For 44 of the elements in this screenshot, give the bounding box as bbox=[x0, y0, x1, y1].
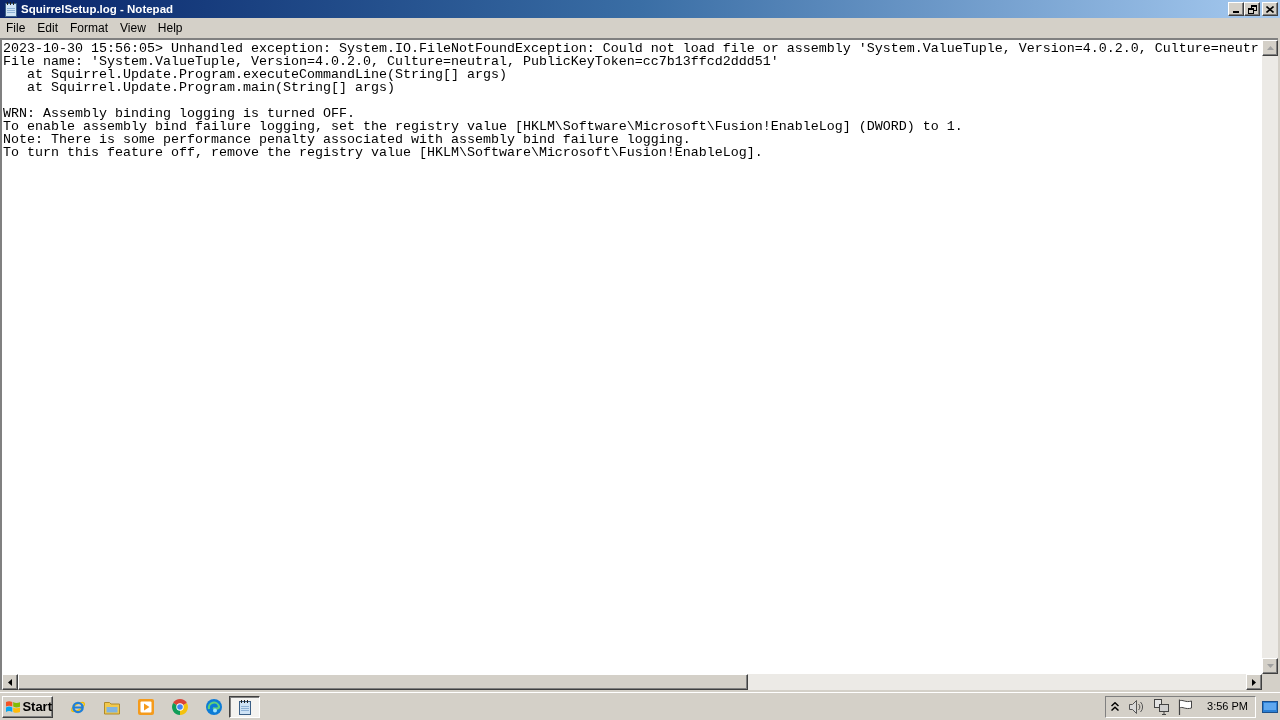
window-title: SquirrelSetup.log - Notepad bbox=[21, 2, 174, 17]
horizontal-scrollbar[interactable] bbox=[2, 674, 1262, 690]
flag-icon[interactable] bbox=[1178, 698, 1193, 715]
up-chevron-icon[interactable] bbox=[1111, 702, 1120, 711]
log-line: Note: There is some performance penalty associated with assembly bind failure logging. bbox=[3, 133, 691, 146]
menu-item[interactable]: File bbox=[0, 18, 32, 38]
log-line: File name: 'System.ValueTuple, Version=4.0.2.0, Culture=neutral, PublicKeyToken=cc7b13ffcd2ddd51' bbox=[3, 55, 779, 68]
left-arrow-icon bbox=[8, 678, 12, 686]
menu-item[interactable]: Format bbox=[64, 18, 115, 38]
flag-logo-icon bbox=[6, 699, 21, 714]
vertical-scrollbar[interactable] bbox=[1262, 40, 1278, 674]
minimize-button[interactable] bbox=[1228, 2, 1244, 16]
desktop-icon[interactable] bbox=[1262, 699, 1278, 714]
log-line: To turn this feature off, remove the registry value [HKLM\Software\Microsoft\Fusion!EnableLog]. bbox=[3, 146, 763, 159]
notepad-icon bbox=[236, 698, 253, 715]
speaker-icon[interactable] bbox=[1128, 698, 1145, 715]
menu-item[interactable]: Help bbox=[151, 18, 189, 38]
clock[interactable]: 3:56 PM bbox=[1207, 701, 1248, 712]
close-icon bbox=[1266, 5, 1274, 13]
scrollbar-thumb[interactable] bbox=[18, 674, 748, 690]
right-arrow-icon bbox=[1252, 678, 1256, 686]
notepad-task-button[interactable] bbox=[229, 695, 260, 718]
log-line: at Squirrel.Update.Program.main(String[] args) bbox=[26, 81, 395, 94]
close-button[interactable] bbox=[1262, 2, 1278, 16]
notepad-icon bbox=[3, 1, 19, 17]
log-line: To enable assembly bind failure logging, set the registry value [HKLM\Software\Microsoft\Fusion!EnableLog] (DWORD) to 1. bbox=[3, 120, 963, 133]
log-line: 2023-10-30 15:56:05> Unhandled exception: System.IO.FileNotFoundException: Could not load file or assembly 'System.ValueTuple, Version=4.0.2.0, Culture=neutr bbox=[3, 42, 1259, 55]
swirl-browser-icon[interactable] bbox=[206, 698, 222, 715]
down-arrow-icon bbox=[1266, 664, 1274, 668]
menu-item[interactable]: Edit bbox=[31, 18, 65, 38]
up-arrow-icon bbox=[1266, 46, 1274, 50]
log-line: at Squirrel.Update.Program.executeCommandLine(String[] args) bbox=[26, 68, 507, 81]
minimize-icon bbox=[1233, 11, 1239, 13]
menu-item[interactable]: View bbox=[114, 18, 152, 38]
scroll-right-button[interactable] bbox=[1246, 674, 1262, 690]
scroll-left-button[interactable] bbox=[2, 674, 18, 690]
round-browser-icon[interactable] bbox=[172, 698, 188, 715]
start-button[interactable]: Start bbox=[2, 695, 53, 718]
restore-button[interactable] bbox=[1244, 2, 1260, 16]
network-icon[interactable] bbox=[1153, 698, 1170, 715]
log-line: WRN: Assembly binding logging is turned OFF. bbox=[3, 107, 355, 120]
restore-icon bbox=[1247, 4, 1257, 14]
scroll-down-button[interactable] bbox=[1262, 658, 1278, 674]
scroll-up-button[interactable] bbox=[1262, 40, 1278, 56]
